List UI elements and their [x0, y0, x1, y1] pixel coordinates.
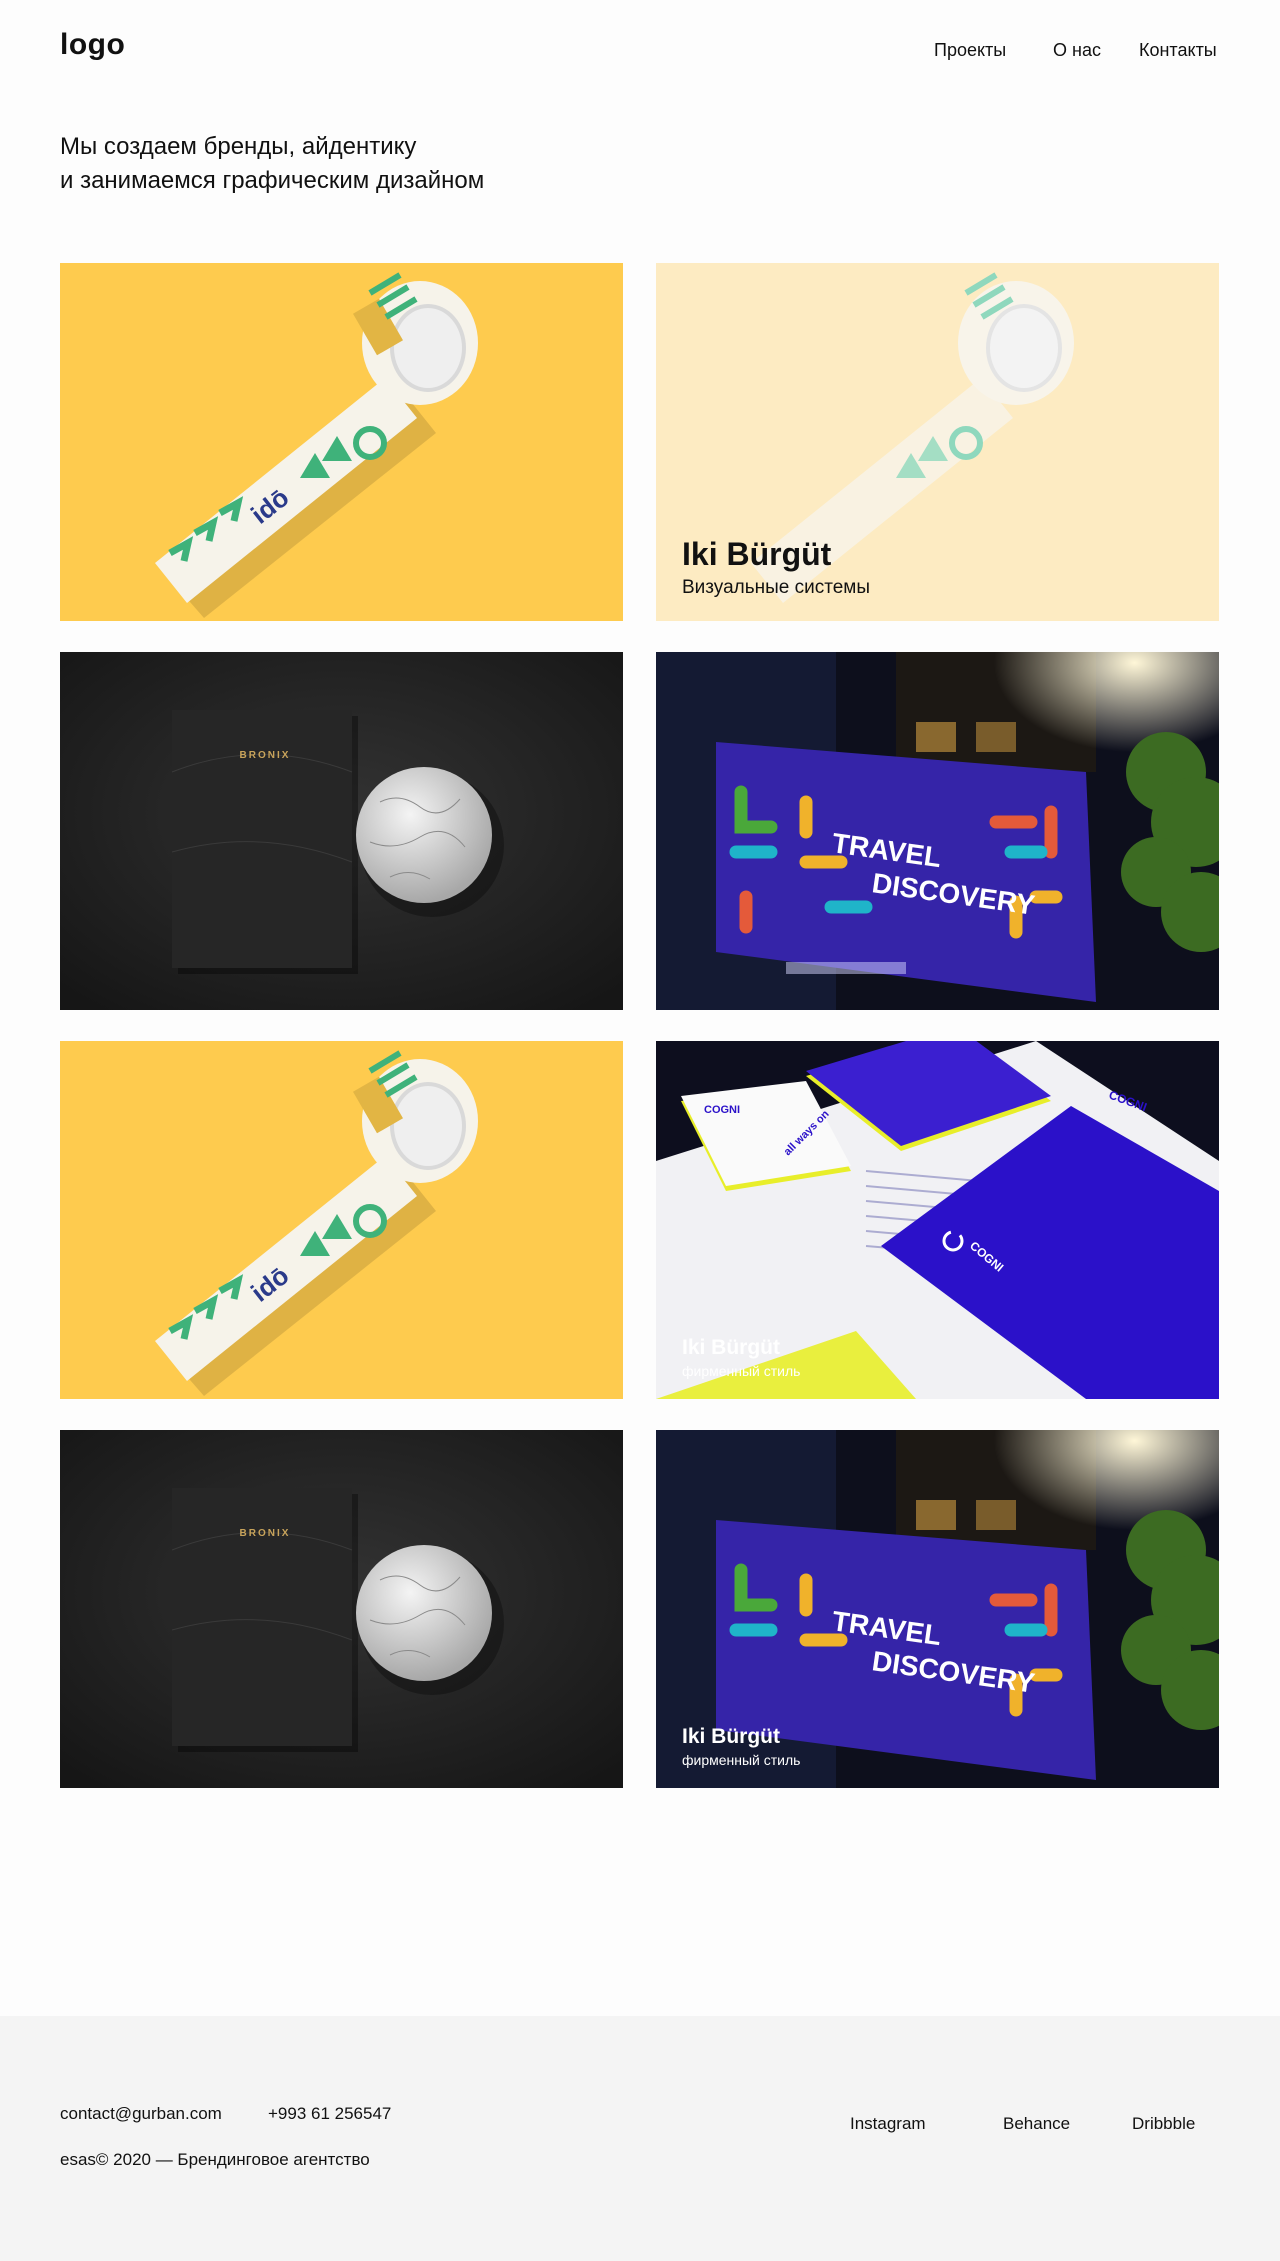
bronix-brand: BRONIX [240, 1528, 291, 1539]
bronix-brand: BRONIX [240, 750, 291, 761]
project-caption: Iki Bürgüt Визуальные системы [682, 535, 870, 599]
project-card-6[interactable]: COGNI all ways on COGNI COGNI Iki Bürgüt… [656, 1041, 1219, 1399]
footer-dribbble-link[interactable]: Dribbble [1132, 2114, 1195, 2134]
notebook-globe-image: BRONIX [60, 652, 623, 1010]
hero-line-1: Мы создаем бренды, айдентику [60, 133, 417, 160]
footer-copyright: esas© 2020 — Брендинговое агентство [60, 2150, 370, 2169]
site-footer: contact@gurban.com +993 61 256547 esas© … [0, 2016, 1280, 2261]
cogni-card-logo: COGNI [704, 1104, 740, 1116]
project-card-5[interactable]: idō [60, 1041, 623, 1399]
project-card-8[interactable]: TRAVEL DISCOVERY Iki Bürgüt фирменный ст… [656, 1430, 1219, 1788]
project-subtitle: фирменный стиль [682, 1363, 801, 1379]
notebook-globe-image: BRONIX [60, 1430, 623, 1788]
tape-roll-image: idō [60, 1041, 623, 1399]
footer-behance-link[interactable]: Behance [1003, 2114, 1070, 2134]
logo[interactable]: logo [60, 28, 125, 62]
project-card-3[interactable]: BRONIX [60, 652, 623, 1010]
project-card-1[interactable]: idō [60, 263, 623, 621]
project-title: Iki Bürgüt [682, 1336, 780, 1359]
nav-about[interactable]: О нас [1053, 40, 1101, 61]
footer-phone-link[interactable]: +993 61 256547 [268, 2104, 391, 2124]
project-card-7[interactable]: BRONIX [60, 1430, 623, 1788]
footer-instagram-link[interactable]: Instagram [850, 2114, 926, 2134]
billboard-image: TRAVEL DISCOVERY [656, 652, 1219, 1010]
project-card-4[interactable]: TRAVEL DISCOVERY [656, 652, 1219, 1010]
project-title: Iki Bürgüt [682, 1725, 780, 1748]
project-caption: Iki Bürgüt фирменный стиль [682, 1335, 800, 1379]
hero-heading: Мы создаем бренды, айдентику и занимаемс… [60, 130, 760, 198]
project-subtitle: Визуальные системы [682, 577, 871, 598]
footer-email-link[interactable]: contact@gurban.com [60, 2104, 222, 2124]
project-subtitle: фирменный стиль [682, 1752, 801, 1768]
project-title: Iki Bürgüt [682, 536, 832, 572]
project-card-2[interactable]: Iki Bürgüt Визуальные системы [656, 263, 1219, 621]
nav-contacts[interactable]: Контакты [1139, 40, 1217, 61]
tape-roll-image: idō [60, 263, 623, 621]
hero-line-2: и занимаемся графическим дизайном [60, 167, 485, 194]
site-header: logo Проекты О нас Контакты [0, 0, 1280, 100]
nav-projects[interactable]: Проекты [934, 40, 1006, 61]
project-caption: Iki Bürgüt фирменный стиль [682, 1724, 800, 1768]
